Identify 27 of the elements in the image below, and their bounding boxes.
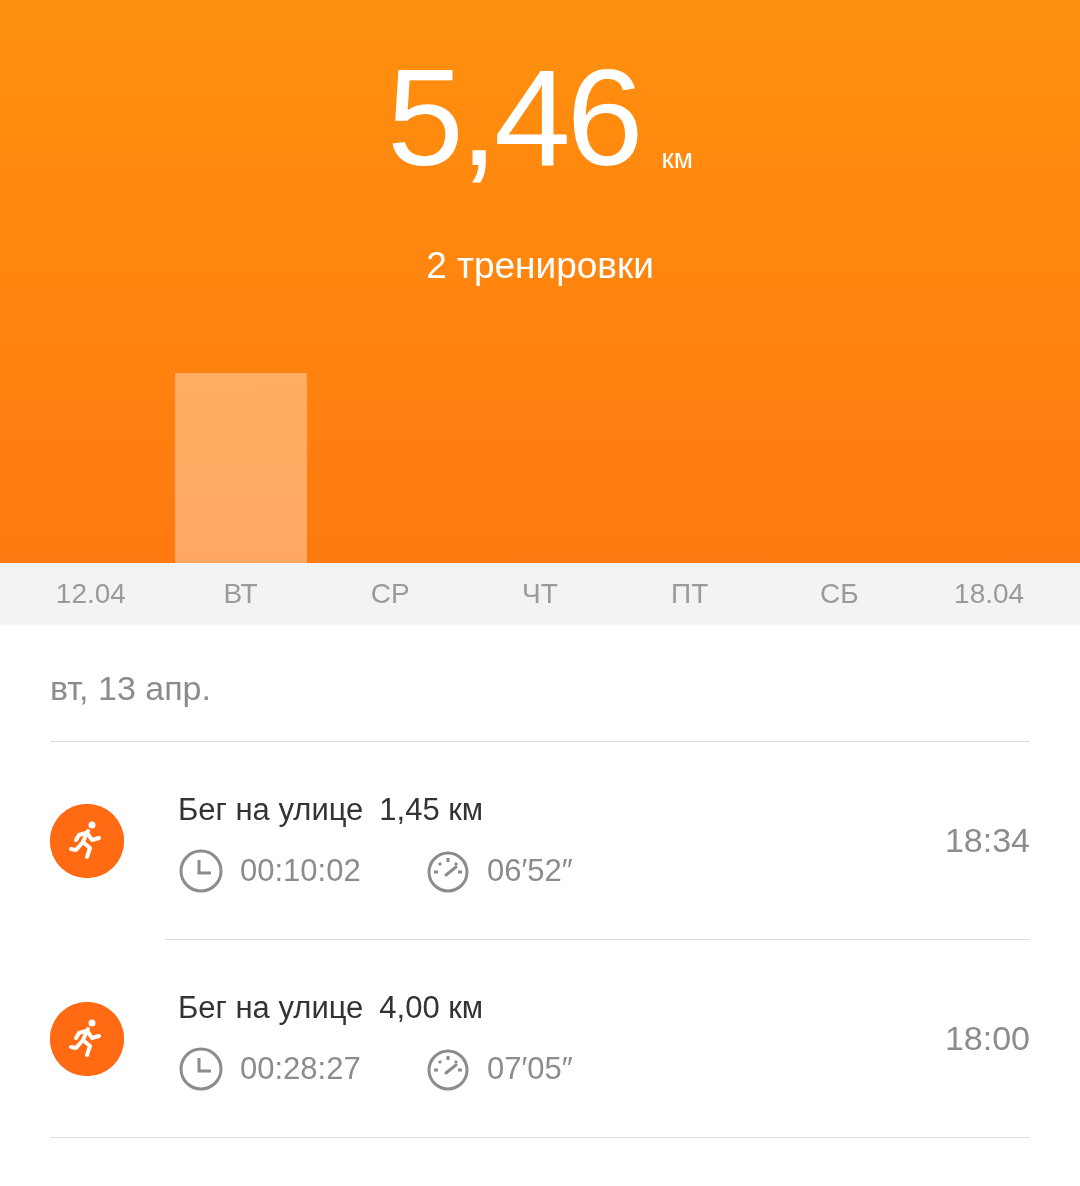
workout-duration: 00:28:27 xyxy=(240,1049,362,1088)
workout-time: 18:34 xyxy=(944,820,1030,861)
workout-time: 18:00 xyxy=(944,1018,1030,1059)
workout-pace: 07′05″ xyxy=(487,1049,573,1088)
workout-duration: 00:10:02 xyxy=(240,851,362,890)
workout-title: Бег на улице xyxy=(178,989,364,1027)
workout-row[interactable]: Бег на улице 4,00 км 00:28:27 07′05″ 18:00 xyxy=(0,940,1080,1137)
running-icon xyxy=(50,1001,124,1076)
running-icon xyxy=(50,803,124,878)
date-heading: вт, 13 апр. xyxy=(49,668,212,709)
workout-title: Бег на улице xyxy=(178,791,364,829)
distance-unit: км xyxy=(661,142,694,176)
day-label[interactable]: ВТ xyxy=(165,573,316,615)
clock-icon xyxy=(178,847,224,894)
day-label[interactable]: СБ xyxy=(764,573,915,615)
workout-count: 2 тренировки xyxy=(426,244,654,288)
day-label[interactable]: ПТ xyxy=(614,573,765,615)
day-label[interactable]: 18.04 xyxy=(914,573,1064,615)
day-label[interactable]: ЧТ xyxy=(465,573,615,615)
clock-icon xyxy=(178,1045,224,1092)
day-label[interactable]: СР xyxy=(315,573,466,615)
workout-row[interactable]: Бег на улице 1,45 км 00:10:02 06′52″ 18:34 xyxy=(0,742,1080,939)
workout-distance: 4,00 км xyxy=(379,989,484,1027)
workout-distance: 1,45 км xyxy=(379,791,484,829)
workout-pace: 06′52″ xyxy=(487,851,573,890)
day-label[interactable]: 12.04 xyxy=(16,573,166,615)
total-distance: 5,46 xyxy=(386,48,640,186)
